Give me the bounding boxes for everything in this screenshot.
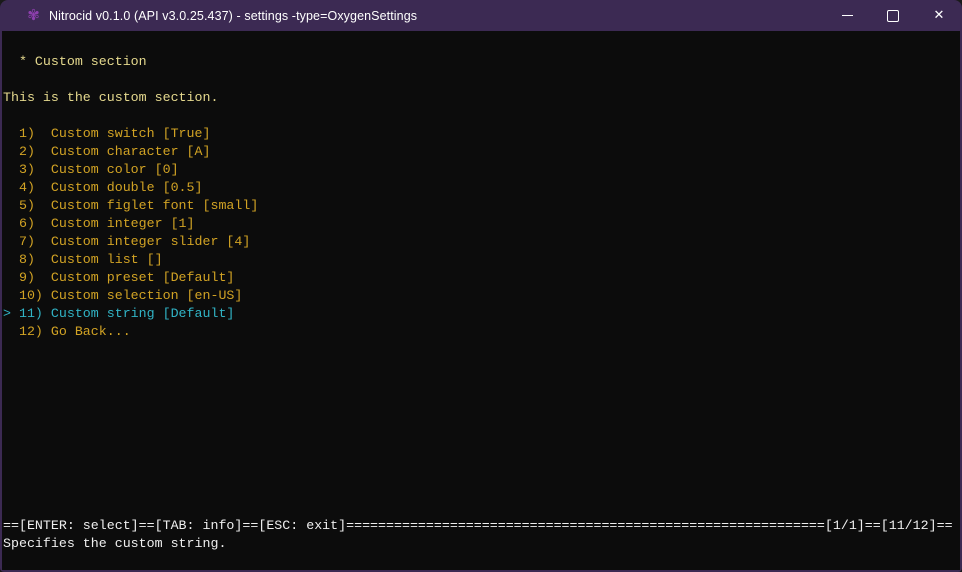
menu-item-4[interactable]: 4) Custom double [0.5] [3, 179, 960, 197]
maximize-icon [887, 10, 899, 22]
maximize-button[interactable] [870, 0, 916, 31]
blank-line [3, 71, 960, 89]
titlebar: ✾ Nitrocid v0.1.0 (API v3.0.25.437) - se… [0, 0, 962, 31]
blank-line [3, 107, 960, 125]
menu-item-3[interactable]: 3) Custom color [0] [3, 161, 960, 179]
menu-item-1[interactable]: 1) Custom switch [True] [3, 125, 960, 143]
menu-item-8[interactable]: 8) Custom list [] [3, 251, 960, 269]
setting-description: Specifies the custom string. [3, 535, 960, 553]
blank-line [3, 35, 960, 53]
menu-item-5[interactable]: 5) Custom figlet font [small] [3, 197, 960, 215]
section-description: This is the custom section. [3, 89, 960, 107]
nitrocid-app-icon: ✾ [25, 7, 42, 24]
minimize-button[interactable] [824, 0, 870, 31]
app-window: ✾ Nitrocid v0.1.0 (API v3.0.25.437) - se… [0, 0, 962, 572]
status-separator-line: ==[ENTER: select]==[TAB: info]==[ESC: ex… [3, 517, 960, 535]
menu-item-6[interactable]: 6) Custom integer [1] [3, 215, 960, 233]
window-title: Nitrocid v0.1.0 (API v3.0.25.437) - sett… [49, 9, 417, 23]
section-header: * Custom section [3, 53, 960, 71]
menu-item-11[interactable]: > 11) Custom string [Default] [3, 305, 960, 323]
caption-buttons: ✕ [824, 0, 962, 31]
minimize-icon [842, 15, 853, 16]
close-icon: ✕ [934, 9, 945, 22]
menu-item-12[interactable]: 12) Go Back... [3, 323, 960, 341]
menu-item-10[interactable]: 10) Custom selection [en-US] [3, 287, 960, 305]
menu-item-9[interactable]: 9) Custom preset [Default] [3, 269, 960, 287]
menu-item-7[interactable]: 7) Custom integer slider [4] [3, 233, 960, 251]
terminal-screen: * Custom section This is the custom secti… [2, 31, 960, 570]
terminal-lines: * Custom section This is the custom secti… [3, 35, 960, 341]
menu-item-2[interactable]: 2) Custom character [A] [3, 143, 960, 161]
close-button[interactable]: ✕ [916, 0, 962, 31]
terminal-statusbar: ==[ENTER: select]==[TAB: info]==[ESC: ex… [3, 517, 960, 553]
